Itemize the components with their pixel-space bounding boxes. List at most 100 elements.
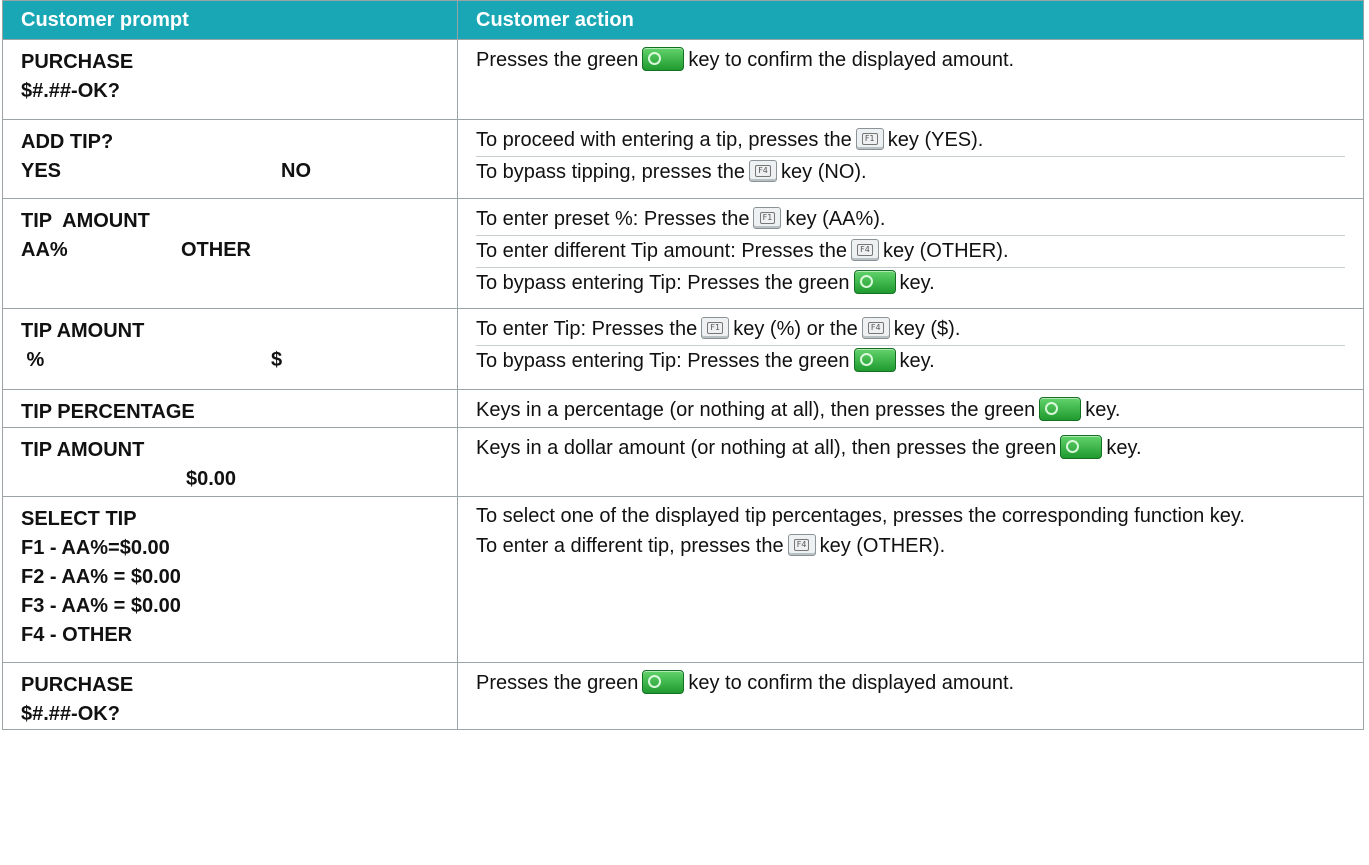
prompt-text: F1 - AA%=$0.00 <box>21 537 170 559</box>
prompt-line: YES NO <box>21 157 439 186</box>
prompt-line: TIP PERCENTAGE <box>21 398 439 427</box>
prompt-text: TIP AMOUNT <box>21 439 145 461</box>
customer-prompt-table: Customer prompt Customer action PURCHASE… <box>2 0 1364 730</box>
f4-key-icon: F4 <box>749 159 778 182</box>
action-line: Keys in a percentage (or nothing at all)… <box>476 395 1345 426</box>
action-text: Keys in a percentage (or nothing at all)… <box>476 399 1036 421</box>
customer-prompt-cell: SELECT TIP F1 - AA%=$0.00 F2 - AA% = $0.00… <box>2 496 458 663</box>
action-text: key (NO). <box>781 161 867 183</box>
action-text: To enter different Tip amount: Presses t… <box>476 240 847 262</box>
customer-prompt-cell: ADD TIP? YES NO <box>2 119 458 199</box>
f1-key-icon: F1 <box>855 127 884 150</box>
prompt-line: TIP AMOUNT <box>21 436 439 465</box>
table-row: TIP AMOUNT AA% OTHER To enter preset %: Pre… <box>2 198 1364 309</box>
prompt-text: F4 - OTHER <box>21 624 133 646</box>
prompt-text: $#.##-OK? <box>21 80 120 102</box>
prompt-text: ADD TIP? <box>21 131 114 153</box>
prompt-line: F2 - AA% = $0.00 <box>21 563 439 592</box>
action-line: To enter preset %: Presses the F1 key (AA%… <box>476 204 1345 236</box>
action-text: Presses the green <box>476 672 639 694</box>
prompt-line: AA% OTHER <box>21 236 439 265</box>
action-text: key. <box>899 350 935 372</box>
prompt-line: TIP AMOUNT <box>21 317 439 346</box>
green-enter-key-icon <box>1060 434 1103 459</box>
f4-key-icon: F4 <box>861 316 890 339</box>
prompt-line: F3 - AA% = $0.00 <box>21 592 439 621</box>
table-row: ADD TIP? YES NO To proceed with entering a … <box>2 119 1364 199</box>
header-customer-prompt: Customer prompt <box>2 0 458 40</box>
prompt-text: TIP AMOUNT <box>21 210 150 232</box>
prompt-option: $ <box>271 349 283 371</box>
table-row: TIP PERCENTAGE Keys in a percentage (or n… <box>2 389 1364 428</box>
table-header-row: Customer prompt Customer action <box>2 0 1364 40</box>
customer-action-cell: Presses the green key to confirm the disp… <box>457 39 1364 120</box>
action-line: To enter Tip: Presses the F1 key (%) or th… <box>476 314 1345 346</box>
prompt-line: SELECT TIP <box>21 505 439 534</box>
action-line: To bypass entering Tip: Presses the gree… <box>476 268 1345 299</box>
f1-key-icon: F1 <box>701 316 730 339</box>
action-line: To proceed with entering a tip, presses … <box>476 125 1345 157</box>
customer-action-cell: Presses the green key to confirm the disp… <box>457 662 1364 730</box>
action-text: key (AA%). <box>785 208 886 230</box>
prompt-option: $0.00 <box>186 468 237 490</box>
action-line: Presses the green key to confirm the disp… <box>476 668 1345 699</box>
prompt-line: F4 - OTHER <box>21 621 439 650</box>
prompt-text: F2 - AA% = $0.00 <box>21 566 181 588</box>
prompt-line: % $ <box>21 346 439 375</box>
customer-action-cell: Keys in a dollar amount (or nothing at a… <box>457 427 1364 497</box>
prompt-line: $0.00 <box>21 465 439 494</box>
table-row: TIP AMOUNT $0.00 Keys in a dollar amount (… <box>2 427 1364 497</box>
customer-prompt-cell: TIP AMOUNT AA% OTHER <box>2 198 458 309</box>
action-text: key to confirm the displayed amount. <box>688 672 1015 694</box>
customer-prompt-cell: TIP PERCENTAGE <box>2 389 458 428</box>
action-line: Keys in a dollar amount (or nothing at a… <box>476 433 1345 464</box>
customer-action-cell: To select one of the displayed tip perce… <box>457 496 1364 663</box>
customer-prompt-cell: PURCHASE $#.##-OK? <box>2 662 458 730</box>
action-text: key. <box>1106 437 1142 459</box>
header-customer-action: Customer action <box>457 0 1364 40</box>
prompt-line: F1 - AA%=$0.00 <box>21 534 439 563</box>
green-enter-key-icon <box>642 46 685 71</box>
prompt-line: PURCHASE <box>21 48 439 77</box>
green-enter-key-icon <box>1039 396 1082 421</box>
prompt-line: ADD TIP? <box>21 128 439 157</box>
prompt-text: TIP PERCENTAGE <box>21 401 195 423</box>
action-line: Presses the green key to confirm the disp… <box>476 45 1345 76</box>
prompt-text: TIP AMOUNT <box>21 320 145 342</box>
prompt-text: AA% <box>21 239 68 261</box>
prompt-text: PURCHASE <box>21 674 134 696</box>
f4-key-icon: F4 <box>787 533 816 556</box>
action-text: To enter preset %: Presses the <box>476 208 750 230</box>
action-text: key. <box>899 272 935 294</box>
table-row: TIP AMOUNT % $ To enter Tip: Presses the F1… <box>2 308 1364 390</box>
action-text: To bypass entering Tip: Presses the gree… <box>476 272 850 294</box>
customer-action-cell: To enter preset %: Presses the F1 key (AA%… <box>457 198 1364 309</box>
customer-action-cell: To enter Tip: Presses the F1 key (%) or th… <box>457 308 1364 390</box>
prompt-option: NO <box>281 160 311 182</box>
prompt-line: TIP AMOUNT <box>21 207 439 236</box>
prompt-text: YES <box>21 160 62 182</box>
green-enter-key-icon <box>853 347 896 372</box>
prompt-text: PURCHASE <box>21 51 134 73</box>
action-text: To bypass entering Tip: Presses the gree… <box>476 350 850 372</box>
prompt-text: $#.##-OK? <box>21 703 120 725</box>
action-text: To bypass tipping, presses the <box>476 161 746 183</box>
prompt-line: $#.##-OK? <box>21 700 439 729</box>
prompt-text: % <box>21 349 45 371</box>
green-enter-key-icon <box>853 269 896 294</box>
f4-key-icon: F4 <box>850 238 879 261</box>
action-text: key. <box>1085 399 1121 421</box>
table-row: PURCHASE $#.##-OK? Presses the green key to… <box>2 662 1364 730</box>
action-line: To bypass entering Tip: Presses the gree… <box>476 346 1345 377</box>
action-text: To select one of the displayed tip perce… <box>476 505 1245 527</box>
action-text: To enter Tip: Presses the <box>476 318 698 340</box>
prompt-text: F3 - AA% = $0.00 <box>21 595 181 617</box>
prompt-text: SELECT TIP <box>21 508 137 530</box>
action-line: To bypass tipping, presses the F4 key (NO)… <box>476 157 1345 188</box>
customer-prompt-cell: TIP AMOUNT $0.00 <box>2 427 458 497</box>
green-enter-key-icon <box>642 669 685 694</box>
action-text: To enter a different tip, presses the <box>476 535 784 557</box>
action-text: key (%) or the <box>733 318 858 340</box>
action-text: Presses the green <box>476 49 639 71</box>
action-text: To proceed with entering a tip, presses … <box>476 129 852 151</box>
